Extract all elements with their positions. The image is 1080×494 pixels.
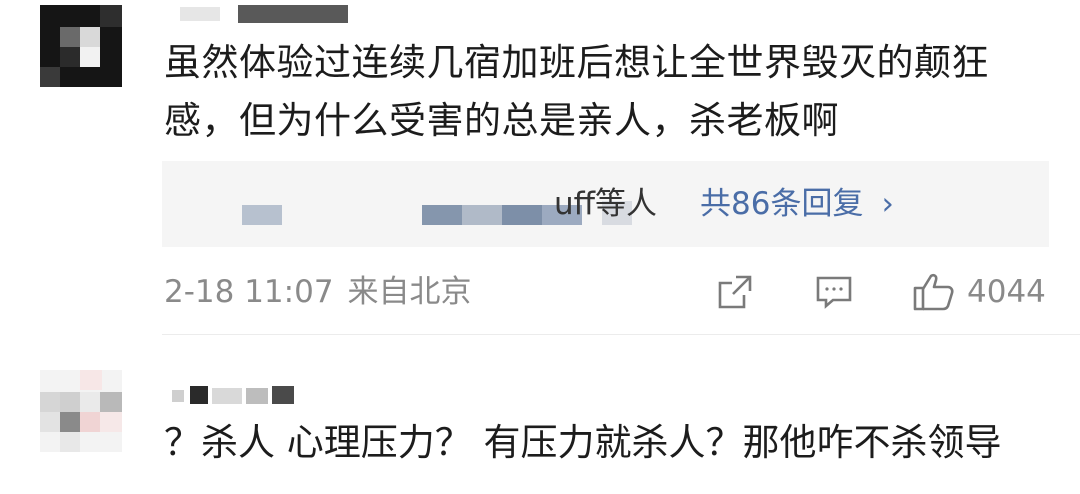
comment-meta: 2-18 11:07 来自北京 [164,272,472,312]
like-count: 4044 [967,274,1046,310]
thumbs-up-icon [913,273,954,311]
reply-preview-box[interactable]: uff等人 共86条回复 › [162,161,1049,247]
comment-text: 虽然体验过连续几宿加班后想让全世界毁灭的颠狂 感，但为什么受害的总是亲人，杀老板… [164,34,1044,150]
avatar[interactable] [40,370,122,452]
username-blurred[interactable] [180,5,360,25]
like-button[interactable]: 4044 [913,272,1046,312]
comment-text: ？杀人 心理压力？ 有压力就杀人？那他咋不杀领导 [164,421,1002,464]
avatar[interactable] [40,5,122,87]
chevron-right-icon: › [881,186,894,222]
comment-icon[interactable] [815,272,853,312]
location: 来自北京 [347,274,472,310]
replier-names-blurred [242,201,632,225]
share-icon[interactable] [716,272,754,312]
divider [162,334,1080,335]
reply-preview-text: uff等人 [554,186,658,222]
comment-text-line: 虽然体验过连续几宿加班后想让全世界毁灭的颠狂 [164,41,989,84]
view-replies-link[interactable]: 共86条回复 › [700,183,894,225]
timestamp: 2-18 11:07 [164,274,334,310]
comment-text-line: 感，但为什么受害的总是亲人，杀老板啊 [164,99,839,142]
username-blurred[interactable] [172,384,302,406]
reply-count-label: 共86条回复 [700,186,864,222]
